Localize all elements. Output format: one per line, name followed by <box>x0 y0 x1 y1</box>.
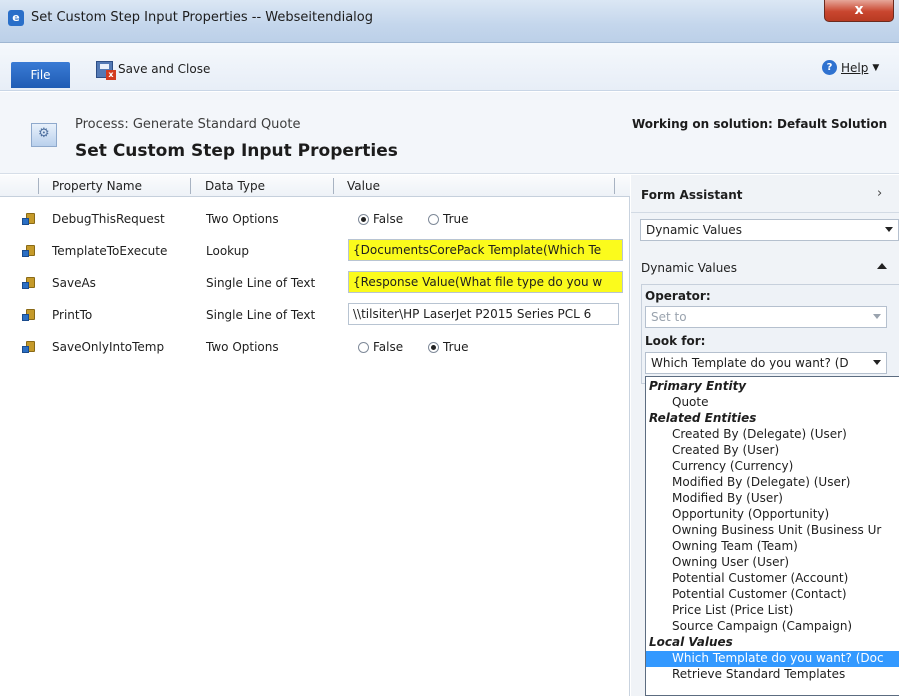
dropdown-option[interactable]: Owning User (User) <box>646 555 899 571</box>
help-label: Help <box>841 60 869 75</box>
chevron-right-icon[interactable]: › <box>877 186 882 201</box>
ie-icon: e <box>8 10 24 26</box>
property-icon <box>22 277 36 291</box>
radio-false[interactable]: False <box>358 212 403 226</box>
dropdown-option[interactable]: Modified By (User) <box>646 491 899 507</box>
window-titlebar: e Set Custom Step Input Properties -- We… <box>0 0 899 43</box>
column-separator <box>190 178 191 194</box>
save-close-icon: x <box>96 60 116 80</box>
radio-dot <box>428 341 439 353</box>
form-assistant-header[interactable]: Form Assistant › <box>631 175 899 213</box>
property-icon <box>22 309 36 323</box>
look-for-select[interactable]: Which Template do you want? (D <box>645 352 887 374</box>
dynamic-values-select-value: Dynamic Values <box>646 223 742 237</box>
radio-true[interactable]: True <box>428 212 469 226</box>
dynamic-values-select[interactable]: Dynamic Values <box>640 219 899 241</box>
save-and-close-button[interactable]: x Save and Close <box>96 59 211 80</box>
column-separator <box>614 178 615 194</box>
table-row: PrintTo Single Line of Text \\tilsiter\H… <box>0 299 630 331</box>
property-name: SaveOnlyIntoTemp <box>52 340 165 354</box>
table-row: SaveOnlyIntoTemp Two Options False True <box>0 331 630 363</box>
property-grid: Property Name Data Type Value DebugThisR… <box>0 175 630 696</box>
dynamic-values-heading: Dynamic Values <box>641 261 737 275</box>
radio-true-label: True <box>443 212 469 226</box>
dropdown-option[interactable]: Quote <box>646 395 899 411</box>
collapse-arrow-icon[interactable] <box>877 263 887 269</box>
grid-header: Property Name Data Type Value <box>0 175 630 197</box>
value-field[interactable]: {DocumentsCorePack Template(Which Te <box>348 239 623 261</box>
column-header-property-name[interactable]: Property Name <box>52 179 142 193</box>
group-header-local-values: Local Values <box>649 635 733 649</box>
radio-true-label: True <box>443 340 469 354</box>
column-separator <box>38 178 39 194</box>
process-name: Process: Generate Standard Quote <box>75 117 301 132</box>
column-header-value[interactable]: Value <box>347 179 380 193</box>
dropdown-arrow-icon <box>873 360 881 365</box>
table-row: TemplateToExecute Lookup {DocumentsCoreP… <box>0 235 630 267</box>
radio-false[interactable]: False <box>358 340 403 354</box>
dropdown-option[interactable]: Created By (Delegate) (User) <box>646 427 899 443</box>
property-type: Two Options <box>206 212 279 226</box>
property-name: DebugThisRequest <box>52 212 165 226</box>
look-for-select-value: Which Template do you want? (D <box>651 356 849 370</box>
dropdown-option[interactable]: Owning Team (Team) <box>646 539 899 555</box>
page-title: Set Custom Step Input Properties <box>75 141 398 161</box>
property-icon <box>22 341 36 355</box>
operator-label: Operator: <box>645 289 711 303</box>
property-type: Single Line of Text <box>206 276 316 290</box>
property-type: Single Line of Text <box>206 308 316 322</box>
solution-label: Working on solution: Default Solution <box>632 117 888 131</box>
chevron-down-icon: ▼ <box>872 62 880 73</box>
table-row: SaveAs Single Line of Text {Response Val… <box>0 267 630 299</box>
dropdown-option[interactable]: Potential Customer (Account) <box>646 571 899 587</box>
operator-select-value: Set to <box>651 310 687 324</box>
dropdown-option[interactable]: Opportunity (Opportunity) <box>646 507 899 523</box>
property-name: SaveAs <box>52 276 96 290</box>
ribbon: File x Save and Close ? Help ▼ <box>0 43 899 91</box>
dropdown-option-selected[interactable]: Which Template do you want? (Doc <box>646 651 899 667</box>
column-header-data-type[interactable]: Data Type <box>205 179 265 193</box>
column-separator <box>333 178 334 194</box>
radio-dot <box>358 341 369 353</box>
dropdown-option[interactable]: Modified By (Delegate) (User) <box>646 475 899 491</box>
dropdown-option[interactable]: Currency (Currency) <box>646 459 899 475</box>
group-header-related-entities: Related Entities <box>649 411 757 425</box>
radio-dot <box>358 213 369 225</box>
property-icon <box>22 213 36 227</box>
dropdown-arrow-icon <box>873 314 881 319</box>
window-title: Set Custom Step Input Properties -- Webs… <box>31 10 373 25</box>
radio-false-label: False <box>373 212 404 226</box>
value-field[interactable]: {Response Value(What file type do you w <box>348 271 623 293</box>
dropdown-option[interactable]: Retrieve Standard Templates <box>646 667 899 683</box>
help-icon: ? <box>822 60 837 75</box>
close-button[interactable]: x <box>824 0 894 22</box>
look-for-dropdown-list[interactable]: Primary Entity Quote Related Entities Cr… <box>645 376 899 696</box>
table-row: DebugThisRequest Two Options False True <box>0 203 630 235</box>
dropdown-option[interactable]: Owning Business Unit (Business Ur <box>646 523 899 539</box>
radio-false-label: False <box>373 340 404 354</box>
radio-true[interactable]: True <box>428 340 469 354</box>
dropdown-option[interactable]: Created By (User) <box>646 443 899 459</box>
property-name: PrintTo <box>52 308 93 322</box>
form-assistant-title: Form Assistant <box>641 188 743 202</box>
group-header-primary-entity: Primary Entity <box>649 379 747 393</box>
dropdown-option[interactable]: Potential Customer (Contact) <box>646 587 899 603</box>
property-icon <box>22 245 36 259</box>
dropdown-arrow-icon <box>885 227 893 232</box>
dropdown-option[interactable]: Source Campaign (Campaign) <box>646 619 899 635</box>
property-name: TemplateToExecute <box>52 244 168 258</box>
look-for-label: Look for: <box>645 334 706 348</box>
property-type: Two Options <box>206 340 279 354</box>
help-button[interactable]: ? Help ▼ <box>822 60 879 75</box>
file-tab[interactable]: File <box>11 62 70 88</box>
operator-select[interactable]: Set to <box>645 306 887 328</box>
value-field[interactable]: \\tilsiter\HP LaserJet P2015 Series PCL … <box>348 303 619 325</box>
page-header: Process: Generate Standard Quote Set Cus… <box>0 92 899 174</box>
process-icon <box>31 123 57 147</box>
save-and-close-label: Save and Close <box>118 62 211 76</box>
dropdown-option[interactable]: Price List (Price List) <box>646 603 899 619</box>
radio-dot <box>428 213 439 225</box>
property-type: Lookup <box>206 244 249 258</box>
